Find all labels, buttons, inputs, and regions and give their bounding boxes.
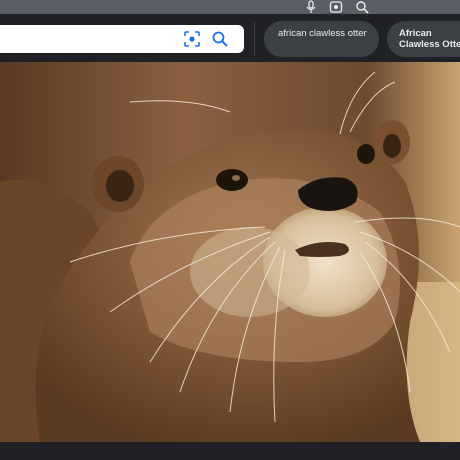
bottom-strip [0,442,460,460]
lens-icon[interactable] [183,30,201,48]
search-icon[interactable] [211,30,229,48]
suggestion-chip[interactable]: African Clawless Otter [387,21,460,57]
camera-search-icon[interactable] [329,0,343,14]
suggestion-chip[interactable]: african clawless otter [264,21,379,57]
search-box[interactable] [0,25,244,53]
search-input[interactable] [2,29,176,51]
search-icon[interactable] [355,0,369,14]
mic-icon[interactable] [304,0,318,14]
chip-label: african clawless otter [278,28,367,39]
toolbar-divider [254,22,255,56]
chip-label: African Clawless Otter [399,28,460,50]
top-strip [0,0,460,14]
otter-photo[interactable] [0,62,460,442]
